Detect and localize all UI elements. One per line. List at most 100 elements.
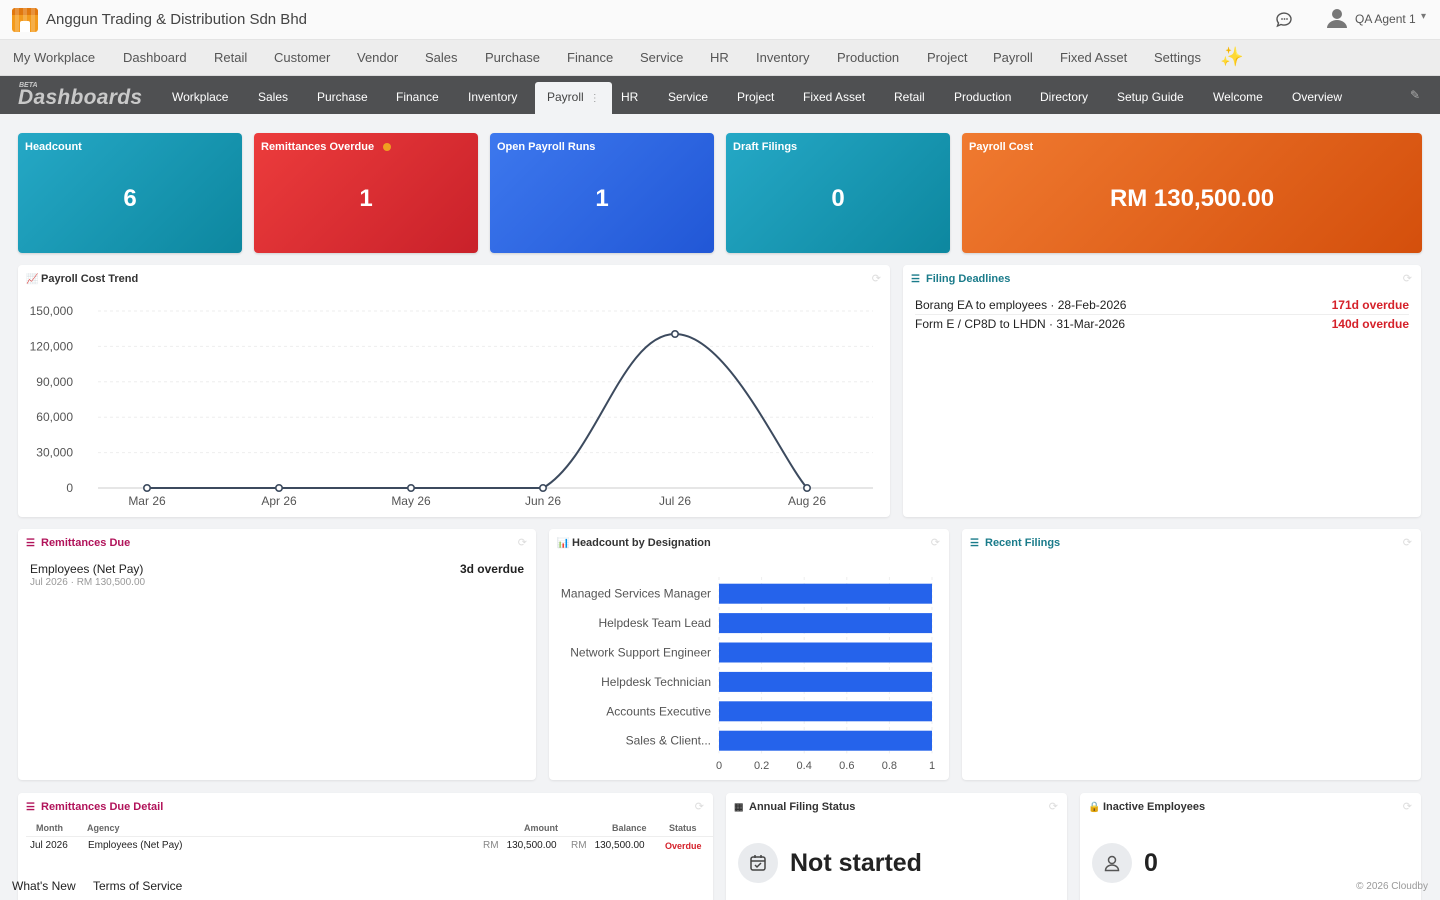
module-project[interactable]: Project	[927, 50, 967, 65]
balance-value: 130,500.00	[594, 840, 645, 851]
module-service[interactable]: Service	[640, 50, 683, 65]
list-icon: ☰	[26, 802, 35, 813]
tab-finance[interactable]: Finance	[396, 90, 439, 104]
module-customer[interactable]: Customer	[274, 50, 330, 65]
tab-overview[interactable]: Overview	[1292, 90, 1342, 104]
remittance-subtext: Jul 2026 · RM 130,500.00	[30, 577, 146, 588]
kpi-label: Open Payroll Runs	[497, 141, 596, 153]
x-tick-label: Aug 26	[788, 494, 826, 508]
tab-label: Service	[668, 90, 709, 104]
kpi-remittances-overdue[interactable]: Remittances Overdue 1	[254, 133, 478, 253]
tab-retail[interactable]: Retail	[894, 90, 925, 104]
amount-value: 130,500.00	[506, 840, 557, 851]
currency-label: RM	[571, 840, 587, 851]
y-tick-label: 150,000	[30, 304, 74, 318]
module-production[interactable]: Production	[837, 50, 899, 65]
module-inventory[interactable]: Inventory	[756, 50, 809, 65]
remittance-name[interactable]: Employees (Net Pay)	[30, 562, 143, 576]
module-purchase[interactable]: Purchase	[485, 50, 540, 65]
kpi-value: 0	[831, 185, 845, 212]
x-tick-label: 0.2	[754, 760, 769, 772]
currency-label: RM	[483, 840, 499, 851]
tab-project[interactable]: Project	[737, 90, 774, 104]
tab-production[interactable]: Production	[954, 90, 1011, 104]
tab-workplace[interactable]: Workplace	[172, 90, 228, 104]
dashboard-tab-bar: BETA Dashboards ✎ Workplace Sales Purchase…	[0, 76, 1440, 114]
refresh-icon[interactable]: ⟳	[1403, 800, 1412, 813]
tab-label: Payroll	[547, 90, 584, 104]
module-fixed-asset[interactable]: Fixed Asset	[1060, 50, 1127, 65]
deadline-overdue: 140d overdue	[1331, 317, 1409, 331]
col-header-status[interactable]: Status	[669, 823, 697, 833]
kpi-open-payroll-runs[interactable]: Open Payroll Runs 1	[490, 133, 714, 253]
refresh-icon[interactable]: ⟳	[695, 800, 704, 813]
col-header-month[interactable]: Month	[36, 823, 63, 833]
y-tick-label: 120,000	[30, 339, 74, 353]
panel-title: Recent Filings	[985, 537, 1061, 549]
kpi-draft-filings[interactable]: Draft Filings 0	[726, 133, 950, 253]
module-sales[interactable]: Sales	[425, 50, 458, 65]
calendar-check-icon	[738, 843, 778, 883]
y-category-label: Helpdesk Team Lead	[598, 616, 711, 630]
user-avatar-icon	[1327, 9, 1347, 28]
headcount-bar-chart: 0 0.2 0.4 0.6 0.8 1 Managed Services Manager He…	[561, 577, 935, 772]
kpi-value: RM 130,500.00	[1109, 185, 1275, 212]
module-my-workplace[interactable]: My Workplace	[13, 50, 95, 65]
tab-label: Inventory	[468, 90, 518, 104]
tab-fixed-asset[interactable]: Fixed Asset	[803, 90, 865, 104]
chat-bubble-icon[interactable]	[1274, 10, 1294, 30]
kpi-value: 1	[595, 185, 609, 212]
deadline-row[interactable]: Form E / CP8D to LHDN · 31-Mar-2026 140d…	[915, 315, 1409, 334]
cell-amount: RM 130,500.00	[483, 840, 557, 851]
tab-inventory[interactable]: Inventory	[468, 90, 517, 104]
tab-directory[interactable]: Directory	[1040, 90, 1088, 104]
company-logo-icon[interactable]	[12, 8, 38, 32]
col-header-agency[interactable]: Agency	[87, 823, 120, 833]
bar	[719, 730, 932, 751]
calendar-icon: ▦	[734, 802, 744, 813]
tab-payroll[interactable]: Payroll ⋮	[535, 82, 612, 114]
x-tick-label: Mar 26	[128, 494, 166, 508]
annual-filing-status-value: Not started	[790, 849, 922, 877]
kpi-payroll-cost[interactable]: Payroll Cost RM 130,500.00	[962, 133, 1422, 253]
terms-of-service-link[interactable]: Terms of Service	[93, 879, 182, 893]
company-name[interactable]: Anggun Trading & Distribution Sdn Bhd	[46, 11, 307, 28]
tab-purchase[interactable]: Purchase	[317, 90, 368, 104]
tab-label: Purchase	[317, 90, 368, 104]
module-retail[interactable]: Retail	[214, 50, 247, 65]
tab-hr[interactable]: HR	[621, 90, 638, 104]
col-header-amount[interactable]: Amount	[524, 823, 558, 833]
deadline-row[interactable]: Borang EA to employees · 28-Feb-2026 171…	[915, 296, 1409, 315]
refresh-icon[interactable]: ⟳	[518, 536, 527, 549]
y-category-label: Managed Services Manager	[561, 587, 711, 601]
bar	[719, 642, 932, 663]
cell-month: Jul 2026	[30, 840, 68, 851]
kpi-label: Draft Filings	[733, 141, 798, 153]
refresh-icon[interactable]: ⟳	[1403, 272, 1412, 285]
panel-title: Annual Filing Status	[749, 801, 856, 813]
tab-sales[interactable]: Sales	[258, 90, 288, 104]
module-vendor[interactable]: Vendor	[357, 50, 398, 65]
module-finance[interactable]: Finance	[567, 50, 613, 65]
kpi-headcount[interactable]: Headcount 6	[18, 133, 242, 253]
remittance-overdue: 3d overdue	[459, 562, 524, 576]
lock-icon: 🔒	[1088, 802, 1101, 813]
inactive-employees-value: 0	[1144, 849, 1158, 877]
refresh-icon[interactable]: ⟳	[1049, 800, 1058, 813]
y-tick-label: 30,000	[36, 446, 73, 460]
sparkle-icon[interactable]: ✨	[1220, 45, 1244, 69]
tab-welcome[interactable]: Welcome	[1213, 90, 1263, 104]
whats-new-link[interactable]: What's New	[12, 879, 76, 893]
tab-label: Fixed Asset	[803, 90, 866, 104]
tab-menu-icon[interactable]: ⋮	[590, 93, 600, 104]
refresh-icon[interactable]: ⟳	[1403, 536, 1412, 549]
tab-setup-guide[interactable]: Setup Guide	[1117, 90, 1184, 104]
col-header-balance[interactable]: Balance	[612, 823, 647, 833]
module-payroll[interactable]: Payroll	[993, 50, 1033, 65]
module-settings[interactable]: Settings	[1154, 50, 1201, 65]
module-dashboard[interactable]: Dashboard	[123, 50, 187, 65]
module-hr[interactable]: HR	[710, 50, 729, 65]
tab-service[interactable]: Service	[668, 90, 708, 104]
pencil-icon[interactable]: ✎	[1410, 88, 1420, 102]
data-point	[143, 484, 152, 493]
